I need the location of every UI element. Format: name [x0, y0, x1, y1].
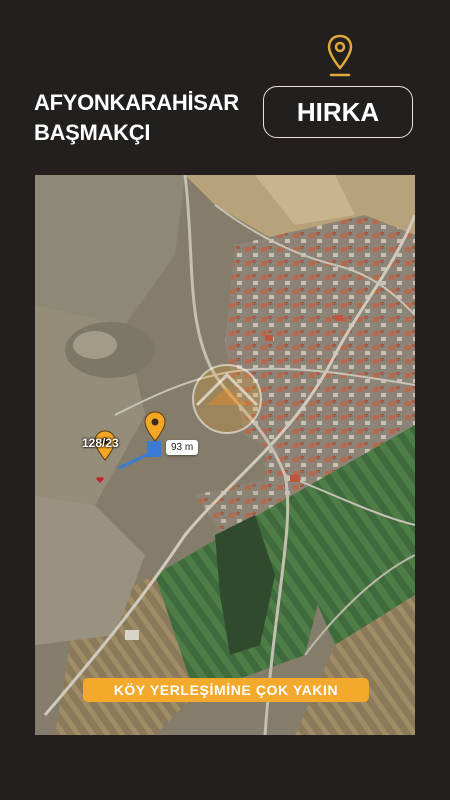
- province-name: AFYONKARAHİSAR: [34, 90, 239, 115]
- village-name: HIRKA: [296, 96, 380, 127]
- satellite-map[interactable]: 128/23 93 m KÖY YERLEŞİMİNE ÇOK YAKIN: [35, 175, 415, 735]
- location-pin-icon: [327, 34, 353, 77]
- info-banner: KÖY YERLEŞİMİNE ÇOK YAKIN: [83, 678, 369, 702]
- parcel-point-icon: [96, 477, 104, 483]
- parcel-label: 128/23: [82, 436, 119, 450]
- district-name: BAŞMAKÇI: [34, 120, 151, 145]
- distance-label: 93 m: [166, 440, 199, 455]
- info-banner-text: KÖY YERLEŞİMİNE ÇOK YAKIN: [113, 682, 339, 698]
- village-name-box: HIRKA: [263, 86, 413, 138]
- measure-line: [118, 441, 161, 470]
- location-title: AFYONKARAHİSAR BAŞMAKÇI: [34, 88, 239, 148]
- road-marker-icon[interactable]: [144, 411, 166, 443]
